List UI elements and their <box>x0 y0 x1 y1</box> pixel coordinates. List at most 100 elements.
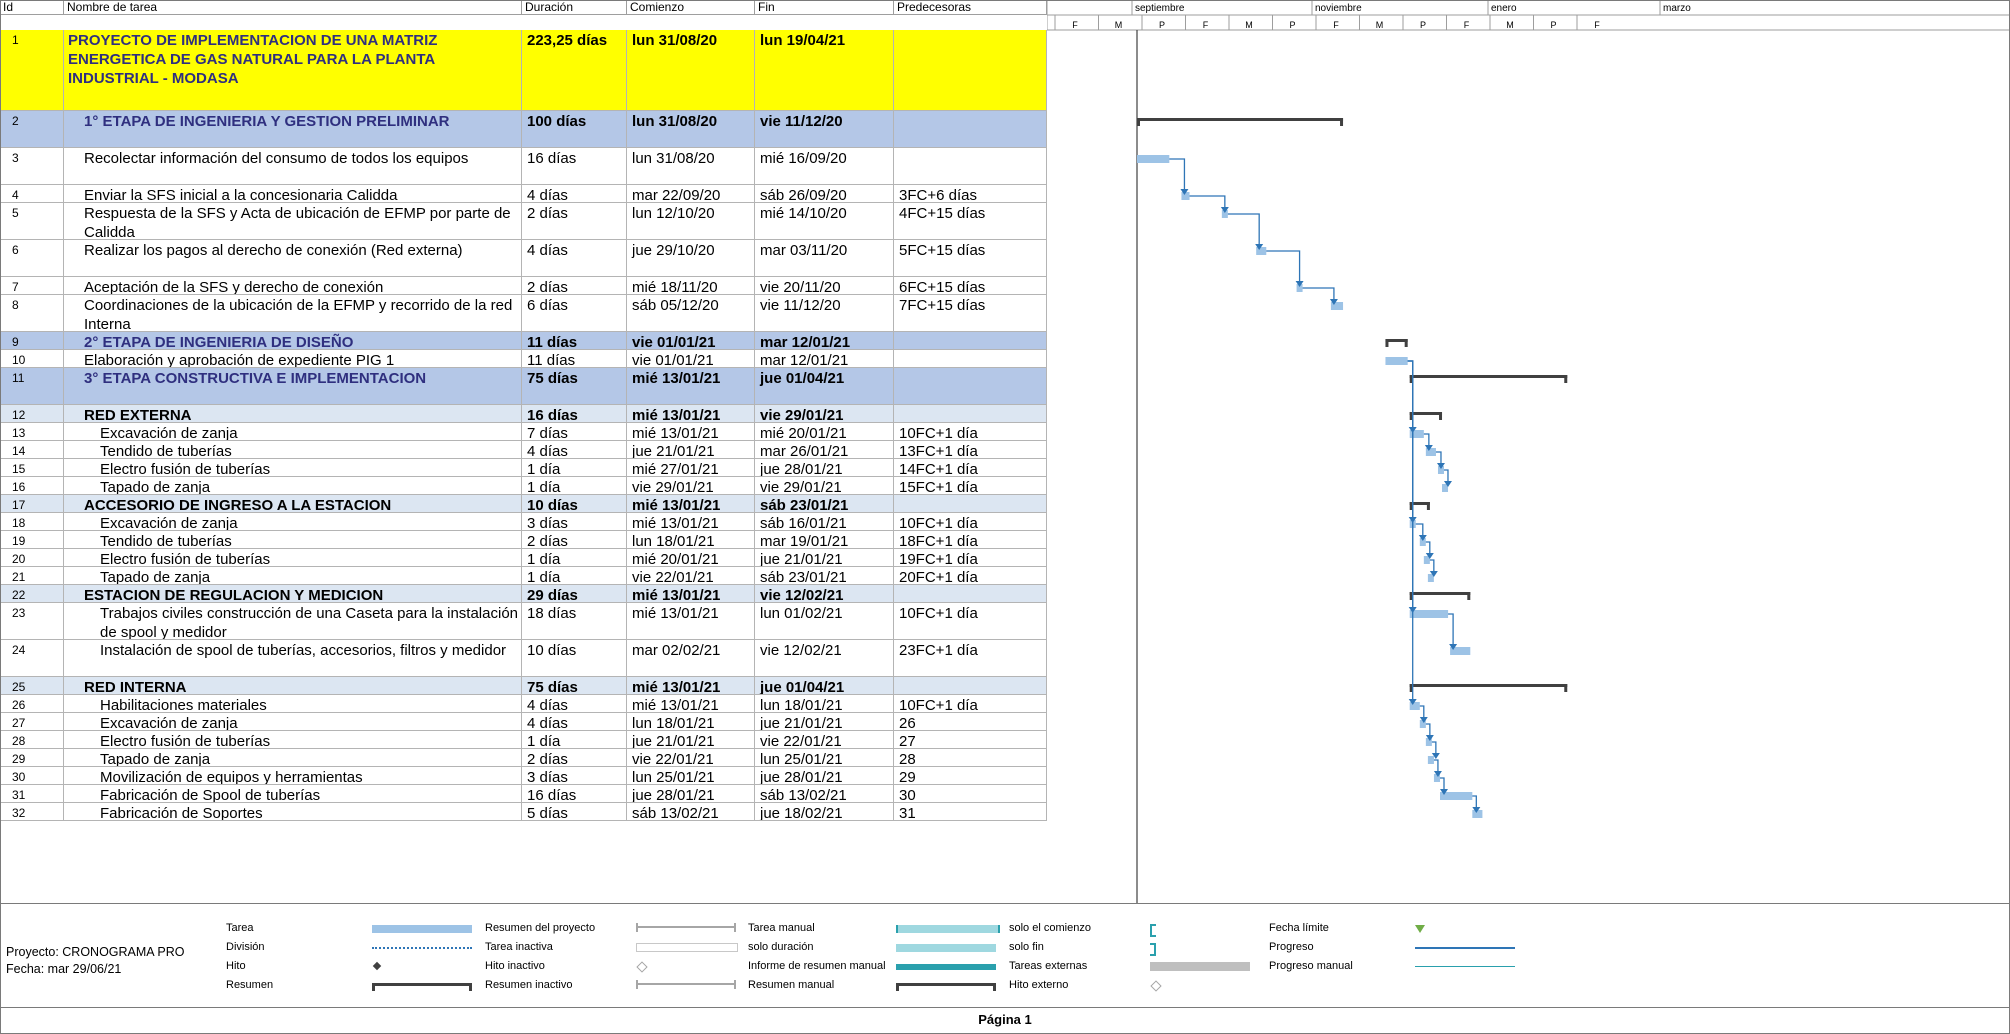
task-end[interactable]: lun 19/04/21 <box>755 30 894 110</box>
table-row[interactable]: 2 1° ETAPA DE INGENIERIA Y GESTION PRELIM… <box>0 111 1047 148</box>
task-id[interactable]: 24 <box>0 640 64 676</box>
task-id[interactable]: 29 <box>0 749 64 766</box>
task-predecessors[interactable] <box>894 677 1047 694</box>
task-end[interactable]: vie 20/11/20 <box>755 277 894 294</box>
task-id[interactable]: 16 <box>0 477 64 494</box>
task-start[interactable]: mié 27/01/21 <box>627 459 755 476</box>
task-duration[interactable]: 16 días <box>522 405 627 422</box>
table-row[interactable]: 22 ESTACION DE REGULACION Y MEDICION 29 dí… <box>0 585 1047 603</box>
task-start[interactable]: mié 13/01/21 <box>627 585 755 602</box>
table-row[interactable]: 25 RED INTERNA 75 días mié 13/01/21 jue 01/0… <box>0 677 1047 695</box>
task-predecessors[interactable]: 10FC+1 día <box>894 513 1047 530</box>
task-start[interactable]: vie 01/01/21 <box>627 350 755 367</box>
task-predecessors[interactable]: 10FC+1 día <box>894 423 1047 440</box>
task-start[interactable]: lun 31/08/20 <box>627 30 755 110</box>
task-duration[interactable]: 4 días <box>522 185 627 202</box>
task-end[interactable]: sáb 13/02/21 <box>755 785 894 802</box>
task-start[interactable]: mié 13/01/21 <box>627 405 755 422</box>
task-id[interactable]: 11 <box>0 368 64 404</box>
task-predecessors[interactable]: 5FC+15 días <box>894 240 1047 276</box>
task-name[interactable]: Instalación de spool de tuberías, acceso… <box>64 640 522 676</box>
table-row[interactable]: 20 Electro fusión de tuberías 1 día mié 20/… <box>0 549 1047 567</box>
task-name[interactable]: ACCESORIO DE INGRESO A LA ESTACION <box>64 495 522 512</box>
task-name[interactable]: Elaboración y aprobación de expediente P… <box>64 350 522 367</box>
task-end[interactable]: lun 18/01/21 <box>755 695 894 712</box>
task-start[interactable]: mié 13/01/21 <box>627 603 755 639</box>
task-predecessors[interactable] <box>894 148 1047 184</box>
table-row[interactable]: 6 Realizar los pagos al derecho de conexi… <box>0 240 1047 277</box>
task-id[interactable]: 18 <box>0 513 64 530</box>
task-predecessors[interactable]: 4FC+15 días <box>894 203 1047 239</box>
task-end[interactable]: jue 18/02/21 <box>755 803 894 820</box>
table-row[interactable]: 11 3° ETAPA CONSTRUCTIVA E IMPLEMENTACION… <box>0 368 1047 405</box>
task-duration[interactable]: 10 días <box>522 640 627 676</box>
table-row[interactable]: 18 Excavación de zanja 3 días mié 13/01/21 s… <box>0 513 1047 531</box>
task-id[interactable]: 7 <box>0 277 64 294</box>
task-start[interactable]: vie 29/01/21 <box>627 477 755 494</box>
task-duration[interactable]: 4 días <box>522 695 627 712</box>
task-duration[interactable]: 3 días <box>522 767 627 784</box>
task-start[interactable]: mié 13/01/21 <box>627 495 755 512</box>
task-end[interactable]: mié 20/01/21 <box>755 423 894 440</box>
task-name[interactable]: Respuesta de la SFS y Acta de ubicación … <box>64 203 522 239</box>
task-name[interactable]: RED INTERNA <box>64 677 522 694</box>
task-id[interactable]: 25 <box>0 677 64 694</box>
task-start[interactable]: mié 20/01/21 <box>627 549 755 566</box>
task-end[interactable]: mié 16/09/20 <box>755 148 894 184</box>
task-name[interactable]: Habilitaciones materiales <box>64 695 522 712</box>
task-name[interactable]: Excavación de zanja <box>64 423 522 440</box>
table-row[interactable]: 26 Habilitaciones materiales 4 días mié 13/… <box>0 695 1047 713</box>
task-name[interactable]: Tapado de zanja <box>64 749 522 766</box>
task-name[interactable]: Movilización de equipos y herramientas <box>64 767 522 784</box>
task-id[interactable]: 12 <box>0 405 64 422</box>
task-duration[interactable]: 11 días <box>522 332 627 349</box>
task-start[interactable]: vie 22/01/21 <box>627 567 755 584</box>
task-duration[interactable]: 1 día <box>522 477 627 494</box>
table-row[interactable]: 8 Coordinaciones de la ubicación de la EF… <box>0 295 1047 332</box>
task-start[interactable]: jue 29/10/20 <box>627 240 755 276</box>
task-end[interactable]: vie 12/02/21 <box>755 640 894 676</box>
task-end[interactable]: jue 21/01/21 <box>755 713 894 730</box>
task-name[interactable]: Tapado de zanja <box>64 567 522 584</box>
task-name[interactable]: Coordinaciones de la ubicación de la EFM… <box>64 295 522 331</box>
task-end[interactable]: lun 01/02/21 <box>755 603 894 639</box>
task-start[interactable]: mié 13/01/21 <box>627 695 755 712</box>
task-name[interactable]: RED EXTERNA <box>64 405 522 422</box>
task-id[interactable]: 21 <box>0 567 64 584</box>
table-row[interactable]: 24 Instalación de spool de tuberías, acce… <box>0 640 1047 677</box>
task-name[interactable]: Electro fusión de tuberías <box>64 549 522 566</box>
table-row[interactable]: 5 Respuesta de la SFS y Acta de ubicación… <box>0 203 1047 240</box>
task-duration[interactable]: 18 días <box>522 603 627 639</box>
task-start[interactable]: sáb 13/02/21 <box>627 803 755 820</box>
task-predecessors[interactable]: 27 <box>894 731 1047 748</box>
task-id[interactable]: 8 <box>0 295 64 331</box>
task-name[interactable]: Enviar la SFS inicial a la concesionaria… <box>64 185 522 202</box>
task-start[interactable]: vie 01/01/21 <box>627 332 755 349</box>
task-duration[interactable]: 3 días <box>522 513 627 530</box>
task-start[interactable]: lun 12/10/20 <box>627 203 755 239</box>
task-predecessors[interactable] <box>894 585 1047 602</box>
task-predecessors[interactable]: 14FC+1 día <box>894 459 1047 476</box>
task-end[interactable]: mar 03/11/20 <box>755 240 894 276</box>
task-predecessors[interactable] <box>894 405 1047 422</box>
table-row[interactable]: 9 2° ETAPA DE INGENIERIA DE DISEÑO 11 días… <box>0 332 1047 350</box>
task-start[interactable]: mié 13/01/21 <box>627 423 755 440</box>
task-name[interactable]: ESTACION DE REGULACION Y MEDICION <box>64 585 522 602</box>
task-name[interactable]: Electro fusión de tuberías <box>64 731 522 748</box>
task-name[interactable]: Aceptación de la SFS y derecho de conexi… <box>64 277 522 294</box>
task-predecessors[interactable]: 29 <box>894 767 1047 784</box>
task-start[interactable]: jue 21/01/21 <box>627 441 755 458</box>
task-duration[interactable]: 75 días <box>522 677 627 694</box>
task-start[interactable]: mié 13/01/21 <box>627 677 755 694</box>
column-header-start[interactable]: Comienzo <box>627 0 755 15</box>
task-end[interactable]: vie 11/12/20 <box>755 295 894 331</box>
task-id[interactable]: 10 <box>0 350 64 367</box>
task-name[interactable]: 2° ETAPA DE INGENIERIA DE DISEÑO <box>64 332 522 349</box>
task-id[interactable]: 15 <box>0 459 64 476</box>
task-end[interactable]: sáb 23/01/21 <box>755 567 894 584</box>
task-end[interactable]: vie 11/12/20 <box>755 111 894 147</box>
task-id[interactable]: 5 <box>0 203 64 239</box>
table-row[interactable]: 30 Movilización de equipos y herramientas… <box>0 767 1047 785</box>
task-end[interactable]: mar 12/01/21 <box>755 332 894 349</box>
task-end[interactable]: jue 01/04/21 <box>755 677 894 694</box>
